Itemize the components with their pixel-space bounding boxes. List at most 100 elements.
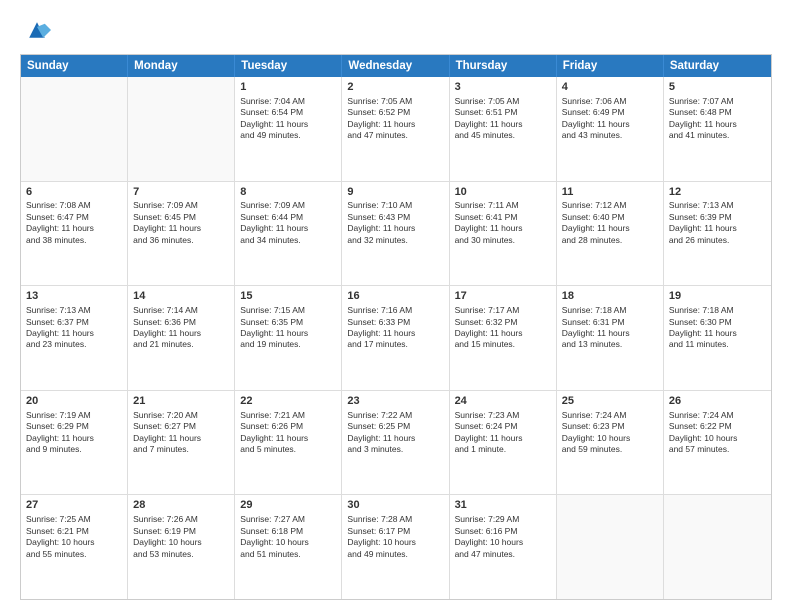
weekday-header-wednesday: Wednesday [342, 55, 449, 77]
sunset-text: Sunset: 6:24 PM [455, 421, 551, 432]
calendar-cell: 10Sunrise: 7:11 AMSunset: 6:41 PMDayligh… [450, 182, 557, 286]
sunset-text: Sunset: 6:43 PM [347, 212, 443, 223]
calendar-cell: 29Sunrise: 7:27 AMSunset: 6:18 PMDayligh… [235, 495, 342, 599]
daylight-text-2: and 5 minutes. [240, 444, 336, 455]
calendar-cell: 14Sunrise: 7:14 AMSunset: 6:36 PMDayligh… [128, 286, 235, 390]
day-number: 18 [562, 289, 658, 304]
sunrise-text: Sunrise: 7:24 AM [562, 410, 658, 421]
calendar-cell: 11Sunrise: 7:12 AMSunset: 6:40 PMDayligh… [557, 182, 664, 286]
sunrise-text: Sunrise: 7:04 AM [240, 96, 336, 107]
sunrise-text: Sunrise: 7:07 AM [669, 96, 766, 107]
sunrise-text: Sunrise: 7:17 AM [455, 305, 551, 316]
calendar-body: 1Sunrise: 7:04 AMSunset: 6:54 PMDaylight… [21, 77, 771, 599]
daylight-text: Daylight: 11 hours [669, 223, 766, 234]
daylight-text: Daylight: 11 hours [347, 119, 443, 130]
sunset-text: Sunset: 6:40 PM [562, 212, 658, 223]
daylight-text-2: and 23 minutes. [26, 339, 122, 350]
sunrise-text: Sunrise: 7:09 AM [133, 200, 229, 211]
day-number: 9 [347, 185, 443, 200]
day-number: 10 [455, 185, 551, 200]
sunrise-text: Sunrise: 7:25 AM [26, 514, 122, 525]
calendar-row-4: 27Sunrise: 7:25 AMSunset: 6:21 PMDayligh… [21, 494, 771, 599]
daylight-text-2: and 47 minutes. [455, 549, 551, 560]
day-number: 3 [455, 80, 551, 95]
sunrise-text: Sunrise: 7:05 AM [347, 96, 443, 107]
day-number: 28 [133, 498, 229, 513]
calendar-cell: 20Sunrise: 7:19 AMSunset: 6:29 PMDayligh… [21, 391, 128, 495]
sunset-text: Sunset: 6:39 PM [669, 212, 766, 223]
sunrise-text: Sunrise: 7:27 AM [240, 514, 336, 525]
daylight-text-2: and 36 minutes. [133, 235, 229, 246]
calendar-cell: 8Sunrise: 7:09 AMSunset: 6:44 PMDaylight… [235, 182, 342, 286]
calendar-cell [557, 495, 664, 599]
calendar-cell: 7Sunrise: 7:09 AMSunset: 6:45 PMDaylight… [128, 182, 235, 286]
day-number: 6 [26, 185, 122, 200]
sunrise-text: Sunrise: 7:08 AM [26, 200, 122, 211]
daylight-text-2: and 3 minutes. [347, 444, 443, 455]
daylight-text-2: and 32 minutes. [347, 235, 443, 246]
sunset-text: Sunset: 6:44 PM [240, 212, 336, 223]
calendar-cell: 19Sunrise: 7:18 AMSunset: 6:30 PMDayligh… [664, 286, 771, 390]
calendar-row-2: 13Sunrise: 7:13 AMSunset: 6:37 PMDayligh… [21, 285, 771, 390]
sunrise-text: Sunrise: 7:20 AM [133, 410, 229, 421]
day-number: 16 [347, 289, 443, 304]
daylight-text-2: and 57 minutes. [669, 444, 766, 455]
day-number: 15 [240, 289, 336, 304]
calendar-cell: 17Sunrise: 7:17 AMSunset: 6:32 PMDayligh… [450, 286, 557, 390]
daylight-text-2: and 30 minutes. [455, 235, 551, 246]
day-number: 2 [347, 80, 443, 95]
daylight-text: Daylight: 11 hours [347, 223, 443, 234]
daylight-text-2: and 17 minutes. [347, 339, 443, 350]
daylight-text: Daylight: 11 hours [669, 328, 766, 339]
day-number: 20 [26, 394, 122, 409]
daylight-text: Daylight: 10 hours [669, 433, 766, 444]
daylight-text-2: and 7 minutes. [133, 444, 229, 455]
calendar-row-3: 20Sunrise: 7:19 AMSunset: 6:29 PMDayligh… [21, 390, 771, 495]
sunrise-text: Sunrise: 7:14 AM [133, 305, 229, 316]
calendar-cell: 25Sunrise: 7:24 AMSunset: 6:23 PMDayligh… [557, 391, 664, 495]
daylight-text-2: and 1 minute. [455, 444, 551, 455]
daylight-text-2: and 28 minutes. [562, 235, 658, 246]
calendar-cell [21, 77, 128, 181]
calendar: SundayMondayTuesdayWednesdayThursdayFrid… [20, 54, 772, 600]
daylight-text-2: and 47 minutes. [347, 130, 443, 141]
sunset-text: Sunset: 6:45 PM [133, 212, 229, 223]
daylight-text: Daylight: 11 hours [240, 223, 336, 234]
calendar-cell: 12Sunrise: 7:13 AMSunset: 6:39 PMDayligh… [664, 182, 771, 286]
sunset-text: Sunset: 6:18 PM [240, 526, 336, 537]
daylight-text: Daylight: 11 hours [26, 328, 122, 339]
calendar-cell: 24Sunrise: 7:23 AMSunset: 6:24 PMDayligh… [450, 391, 557, 495]
calendar-cell: 22Sunrise: 7:21 AMSunset: 6:26 PMDayligh… [235, 391, 342, 495]
calendar-header: SundayMondayTuesdayWednesdayThursdayFrid… [21, 55, 771, 77]
sunset-text: Sunset: 6:51 PM [455, 107, 551, 118]
sunset-text: Sunset: 6:48 PM [669, 107, 766, 118]
header [20, 16, 772, 44]
day-number: 1 [240, 80, 336, 95]
daylight-text-2: and 53 minutes. [133, 549, 229, 560]
sunset-text: Sunset: 6:35 PM [240, 317, 336, 328]
daylight-text-2: and 51 minutes. [240, 549, 336, 560]
weekday-header-sunday: Sunday [21, 55, 128, 77]
sunset-text: Sunset: 6:41 PM [455, 212, 551, 223]
sunrise-text: Sunrise: 7:12 AM [562, 200, 658, 211]
sunrise-text: Sunrise: 7:29 AM [455, 514, 551, 525]
daylight-text: Daylight: 11 hours [562, 223, 658, 234]
day-number: 21 [133, 394, 229, 409]
weekday-header-friday: Friday [557, 55, 664, 77]
sunset-text: Sunset: 6:25 PM [347, 421, 443, 432]
sunset-text: Sunset: 6:47 PM [26, 212, 122, 223]
daylight-text: Daylight: 11 hours [240, 328, 336, 339]
sunrise-text: Sunrise: 7:13 AM [26, 305, 122, 316]
day-number: 11 [562, 185, 658, 200]
calendar-cell: 3Sunrise: 7:05 AMSunset: 6:51 PMDaylight… [450, 77, 557, 181]
daylight-text-2: and 21 minutes. [133, 339, 229, 350]
calendar-cell: 1Sunrise: 7:04 AMSunset: 6:54 PMDaylight… [235, 77, 342, 181]
daylight-text-2: and 45 minutes. [455, 130, 551, 141]
calendar-cell [664, 495, 771, 599]
daylight-text: Daylight: 11 hours [133, 433, 229, 444]
calendar-cell: 27Sunrise: 7:25 AMSunset: 6:21 PMDayligh… [21, 495, 128, 599]
daylight-text-2: and 59 minutes. [562, 444, 658, 455]
day-number: 25 [562, 394, 658, 409]
sunset-text: Sunset: 6:49 PM [562, 107, 658, 118]
daylight-text: Daylight: 11 hours [455, 433, 551, 444]
